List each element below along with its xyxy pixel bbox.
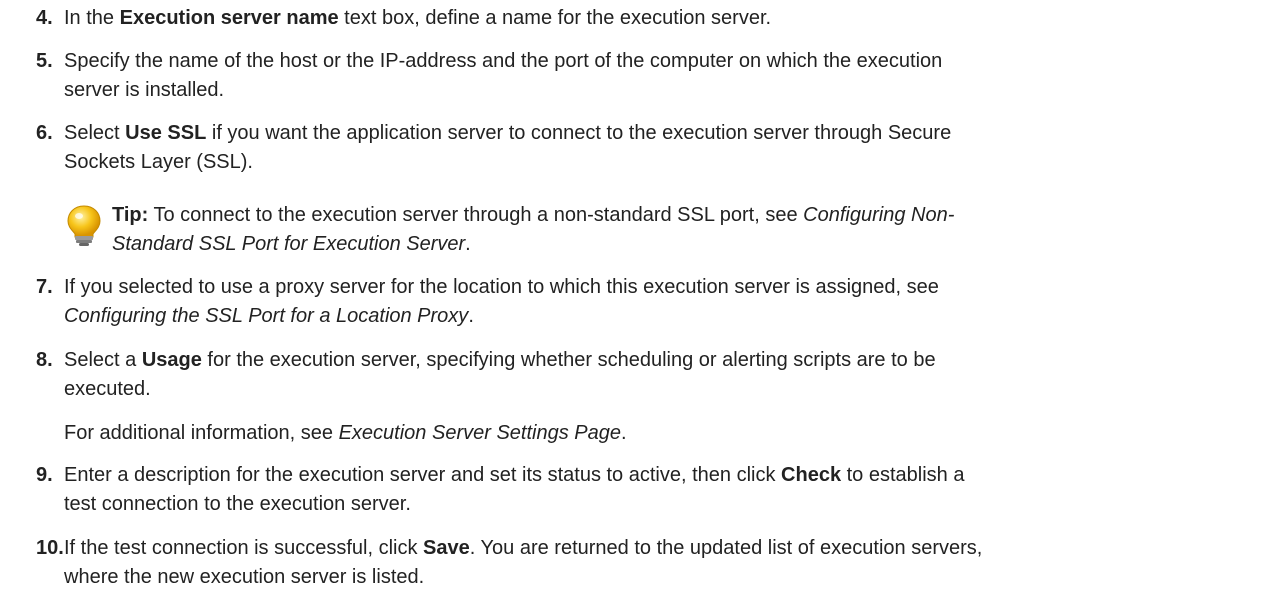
step-5: 5. Specify the name of the host or the I…: [36, 47, 1266, 105]
note-text: For additional information, see: [64, 422, 339, 444]
ui-term: Usage: [141, 349, 202, 371]
tip-label: Tip:: [112, 204, 149, 226]
lightbulb-icon: [64, 203, 104, 247]
step-text: Enter a description for the execution se…: [64, 464, 782, 486]
topic-link[interactable]: Standard SSL Port for Execution Server: [112, 233, 465, 255]
note-text: .: [620, 422, 627, 444]
ui-term: Execution server name: [119, 7, 339, 29]
step-number: 8.: [36, 349, 53, 371]
tip-box: Tip: To connect to the execution server …: [64, 201, 1264, 259]
step-text: server is installed.: [64, 79, 225, 101]
step-text: If the test connection is successful, cl…: [64, 537, 424, 559]
note-paragraph: For additional information, see Executio…: [64, 419, 1264, 448]
step-9: 9. Enter a description for the execution…: [36, 461, 1266, 519]
step-number: 7.: [36, 276, 53, 298]
topic-link[interactable]: Configuring the SSL Port for a Location …: [64, 305, 468, 327]
step-8: 8. Select a Usage for the execution serv…: [36, 346, 1266, 404]
step-number: 6.: [36, 122, 53, 144]
step-text: . You are returned to the updated list o…: [469, 537, 983, 559]
topic-link[interactable]: Configuring Non-: [803, 204, 954, 226]
step-text: test connection to the execution server.: [64, 493, 411, 515]
step-text: to establish a: [841, 464, 965, 486]
step-10: 10. If the test connection is successful…: [36, 534, 1266, 592]
step-text: executed.: [64, 378, 151, 400]
step-text: text box, define a name for the executio…: [338, 7, 772, 29]
step-number: 10.: [36, 537, 64, 559]
step-4: 4. In the Execution server name text box…: [36, 4, 1266, 33]
step-text: Specify the name of the host or the IP-a…: [64, 50, 943, 72]
step-number: 4.: [36, 7, 53, 29]
tip-text: To connect to the execution server throu…: [148, 204, 804, 226]
step-text: where the new execution server is listed…: [64, 566, 425, 588]
ui-term: Save: [423, 537, 470, 559]
step-text: Sockets Layer (SSL).: [64, 151, 253, 173]
step-text: In the: [64, 7, 120, 29]
ui-term: Use SSL: [125, 122, 207, 144]
step-text: If you selected to use a proxy server fo…: [64, 276, 939, 298]
topic-link[interactable]: Execution Server Settings Page: [339, 422, 621, 444]
step-text: Select a: [64, 349, 142, 371]
tip-text: .: [465, 233, 471, 255]
ui-term: Check: [781, 464, 842, 486]
step-7: 7. If you selected to use a proxy server…: [36, 273, 1266, 331]
step-text: Select: [64, 122, 126, 144]
step-number: 5.: [36, 50, 53, 72]
step-text: if you want the application server to co…: [206, 122, 952, 144]
step-number: 9.: [36, 464, 53, 486]
step-6: 6. Select Use SSL if you want the applic…: [36, 119, 1266, 177]
step-text: for the execution server, specifying whe…: [201, 349, 936, 371]
step-text: .: [468, 305, 474, 327]
